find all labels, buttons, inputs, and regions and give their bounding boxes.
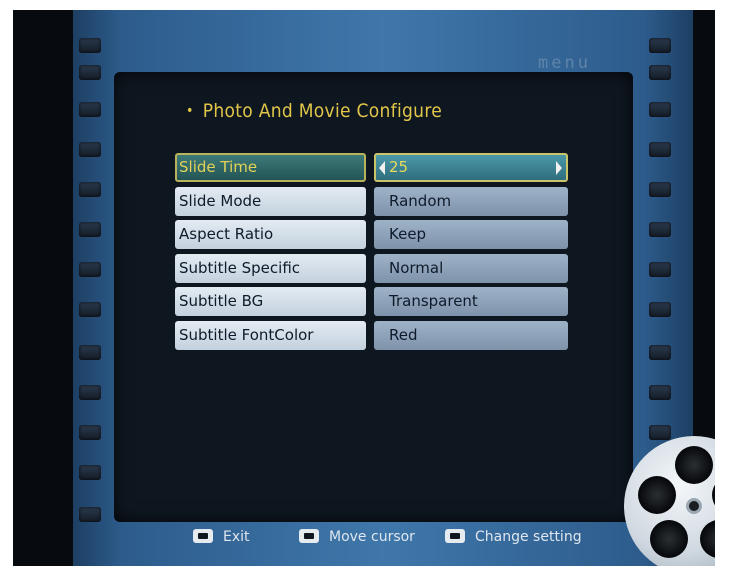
setting-label: Slide Mode [175, 187, 366, 216]
sprocket-hole [79, 425, 101, 440]
sprocket-hole [79, 385, 101, 400]
help-bar: Exit Move cursor Change setting [13, 527, 715, 547]
hint-exit-label: Exit [223, 529, 250, 545]
setting-label: Subtitle FontColor [175, 321, 366, 350]
hint-change-label: Change setting [475, 529, 582, 545]
hint-move-cursor: Move cursor [299, 527, 415, 547]
hint-move-label: Move cursor [329, 529, 415, 545]
page-title: • Photo And Movie Configure [186, 100, 442, 122]
setting-label: Subtitle Specific [175, 254, 366, 283]
hint-exit: Exit [193, 527, 250, 547]
setting-label: Aspect Ratio [175, 220, 366, 249]
sprocket-hole [79, 102, 101, 117]
reel-hub [686, 498, 702, 514]
setting-value-selector[interactable]: 25 [374, 153, 568, 182]
tv-screen: menu • Photo And Movie Configure Slide Ti… [13, 10, 715, 566]
setting-row-subtitle-bg[interactable]: Subtitle BG Transparent [13, 287, 715, 317]
setting-value[interactable]: Random [374, 187, 568, 216]
hint-change-setting: Change setting [445, 527, 582, 547]
sprocket-hole [79, 65, 101, 80]
setting-row-subtitle-fontcolor[interactable]: Subtitle FontColor Red [13, 321, 715, 351]
enter-key-icon [193, 529, 213, 543]
sprocket-hole [79, 507, 101, 522]
setting-row-subtitle-specific[interactable]: Subtitle Specific Normal [13, 254, 715, 284]
page-title-text: Photo And Movie Configure [202, 100, 443, 122]
reel-hole [712, 476, 715, 514]
sprocket-hole [649, 385, 671, 400]
reel-hole [700, 520, 715, 558]
setting-value: 25 [389, 158, 409, 176]
setting-row-aspect-ratio[interactable]: Aspect Ratio Keep [13, 220, 715, 250]
arrow-left-icon[interactable] [379, 161, 385, 175]
setting-row-slide-time[interactable]: Slide Time 25 [13, 153, 715, 183]
reel-hole [650, 520, 688, 558]
sprocket-hole [79, 465, 101, 480]
sprocket-hole [649, 65, 671, 80]
setting-value[interactable]: Transparent [374, 287, 568, 316]
left-right-key-icon [445, 529, 465, 543]
setting-value[interactable]: Red [374, 321, 568, 350]
arrow-right-icon[interactable] [556, 161, 562, 175]
up-down-key-icon [299, 529, 319, 543]
brand-logo: menu [538, 53, 591, 73]
reel-hole [675, 446, 713, 484]
reel-hole [638, 476, 676, 514]
setting-label: Slide Time [175, 153, 366, 182]
sprocket-hole [79, 38, 101, 53]
sprocket-hole [649, 38, 671, 53]
setting-value[interactable]: Keep [374, 220, 568, 249]
setting-value[interactable]: Normal [374, 254, 568, 283]
sprocket-hole [649, 425, 671, 440]
setting-row-slide-mode[interactable]: Slide Mode Random [13, 187, 715, 217]
setting-label: Subtitle BG [175, 287, 366, 316]
sprocket-hole [649, 102, 671, 117]
title-bullet-icon: • [186, 103, 194, 119]
